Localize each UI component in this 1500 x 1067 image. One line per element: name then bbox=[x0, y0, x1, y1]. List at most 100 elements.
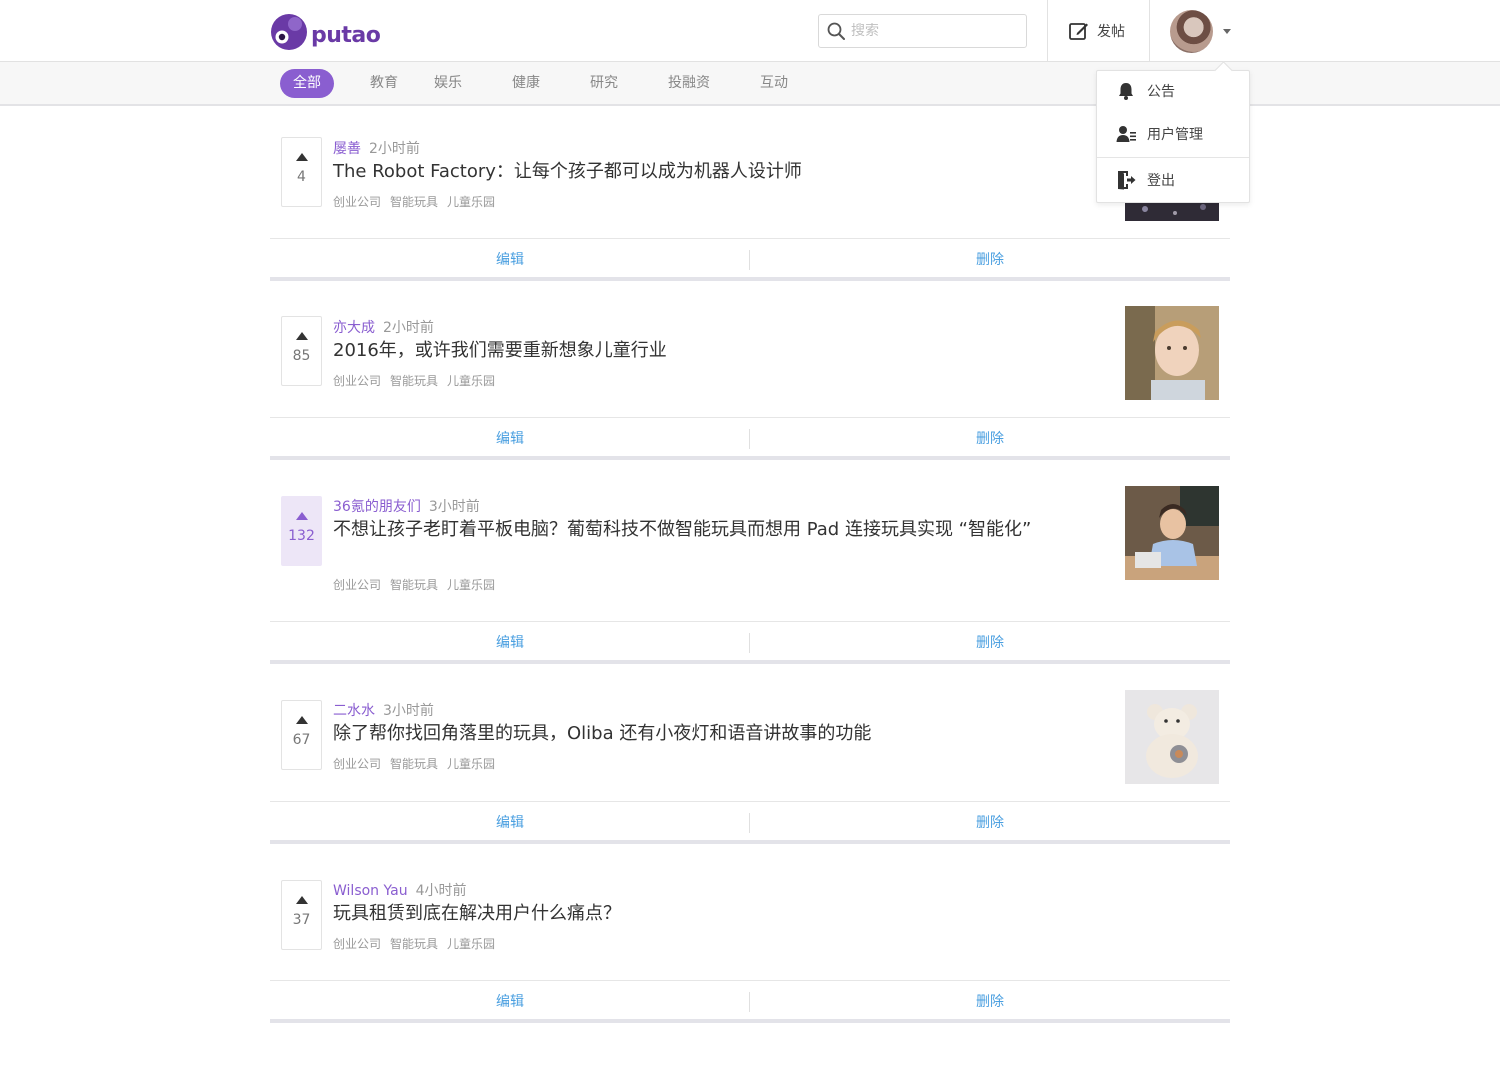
delete-button[interactable]: 删除 bbox=[750, 802, 1230, 844]
menu-item-label: 登出 bbox=[1147, 173, 1175, 189]
tab-entertainment[interactable]: 娱乐 bbox=[434, 69, 462, 98]
post-thumbnail[interactable] bbox=[1125, 306, 1219, 400]
post-tags: 创业公司 智能玩具 儿童乐园 bbox=[333, 576, 504, 593]
post-tag[interactable]: 智能玩具 bbox=[390, 374, 438, 388]
post-tag[interactable]: 儿童乐园 bbox=[447, 757, 495, 771]
upvote-arrow-icon bbox=[295, 716, 308, 724]
search-input[interactable] bbox=[851, 23, 1011, 39]
vote-count: 67 bbox=[292, 732, 311, 748]
post-author[interactable]: 二水水 bbox=[333, 703, 375, 719]
upvote-arrow-icon bbox=[295, 512, 308, 520]
post-time: 2小时前 bbox=[369, 141, 420, 157]
post-author[interactable]: Wilson Yau bbox=[333, 883, 408, 899]
post-tags: 创业公司 智能玩具 儿童乐园 bbox=[333, 193, 504, 210]
post-thumbnail[interactable] bbox=[1125, 690, 1219, 784]
post-tag[interactable]: 儿童乐园 bbox=[447, 374, 495, 388]
delete-button[interactable]: 删除 bbox=[750, 239, 1230, 281]
upvote-arrow-icon bbox=[295, 332, 308, 340]
menu-item-announcements[interactable]: 公告 bbox=[1097, 71, 1249, 111]
menu-divider bbox=[1097, 157, 1249, 158]
search-icon bbox=[827, 22, 845, 40]
tab-interaction[interactable]: 互动 bbox=[760, 69, 788, 98]
post-author[interactable]: 亦大成 bbox=[333, 320, 375, 336]
post-tag[interactable]: 智能玩具 bbox=[390, 757, 438, 771]
upvote-button[interactable]: 37 bbox=[281, 880, 322, 950]
tab-education[interactable]: 教育 bbox=[370, 69, 398, 98]
post-actions: 编辑 删除 bbox=[270, 621, 1230, 664]
post-tag[interactable]: 儿童乐园 bbox=[447, 195, 495, 209]
post-card: 132 36氪的朋友们 3小时前 不想让孩子老盯着平板电脑？葡萄科技不做智能玩具而… bbox=[270, 466, 1230, 670]
post-tag[interactable]: 创业公司 bbox=[333, 195, 381, 209]
logo-wordmark: putao bbox=[311, 22, 381, 48]
edit-button[interactable]: 编辑 bbox=[270, 981, 750, 1023]
post-tag[interactable]: 儿童乐园 bbox=[447, 937, 495, 951]
post-tag[interactable]: 智能玩具 bbox=[390, 195, 438, 209]
post-time: 3小时前 bbox=[383, 703, 434, 719]
post-tag[interactable]: 创业公司 bbox=[333, 757, 381, 771]
post-tags: 创业公司 智能玩具 儿童乐园 bbox=[333, 935, 504, 952]
new-post-button[interactable]: 发帖 bbox=[1068, 16, 1125, 46]
post-thumbnail[interactable] bbox=[1125, 486, 1219, 580]
post-tag[interactable]: 创业公司 bbox=[333, 937, 381, 951]
post-meta: 屡善 2小时前 bbox=[333, 138, 420, 158]
delete-button[interactable]: 删除 bbox=[750, 418, 1230, 460]
menu-item-label: 用户管理 bbox=[1147, 127, 1203, 143]
post-title[interactable]: 玩具租赁到底在解决用户什么痛点？ bbox=[333, 901, 1033, 926]
logout-icon bbox=[1118, 171, 1136, 190]
post-time: 2小时前 bbox=[383, 320, 434, 336]
post-title[interactable]: 不想让孩子老盯着平板电脑？葡萄科技不做智能玩具而想用 Pad 连接玩具实现 “智… bbox=[333, 517, 1033, 542]
post-card: 4 屡善 2小时前 The Robot Factory：让每个孩子都可以成为机器人… bbox=[270, 106, 1230, 286]
post-tag[interactable]: 智能玩具 bbox=[390, 578, 438, 592]
post-tag[interactable]: 创业公司 bbox=[333, 578, 381, 592]
grape-logo-icon bbox=[271, 14, 307, 50]
post-actions: 编辑 删除 bbox=[270, 801, 1230, 844]
menu-item-label: 公告 bbox=[1147, 84, 1175, 100]
tab-health[interactable]: 健康 bbox=[512, 69, 540, 98]
post-tag[interactable]: 儿童乐园 bbox=[447, 578, 495, 592]
menu-item-user-management[interactable]: 用户管理 bbox=[1097, 114, 1249, 154]
edit-button[interactable]: 编辑 bbox=[270, 622, 750, 664]
post-tags: 创业公司 智能玩具 儿童乐园 bbox=[333, 755, 504, 772]
vote-count: 132 bbox=[288, 528, 315, 544]
post-time: 4小时前 bbox=[415, 883, 467, 899]
post-card: 67 二水水 3小时前 除了帮你找回角落里的玩具，Oliba 还有小夜灯和语音讲故… bbox=[270, 670, 1230, 850]
post-meta: 二水水 3小时前 bbox=[333, 700, 434, 720]
edit-button[interactable]: 编辑 bbox=[270, 239, 750, 281]
post-card: 85 亦大成 2小时前 2016年，或许我们需要重新想象儿童行业 创业公司 智能玩具… bbox=[270, 286, 1230, 466]
upvote-button[interactable]: 67 bbox=[281, 700, 322, 770]
post-tags: 创业公司 智能玩具 儿童乐园 bbox=[333, 372, 504, 389]
post-meta: 36氪的朋友们 3小时前 bbox=[333, 496, 480, 516]
search-box[interactable] bbox=[818, 14, 1027, 48]
post-title[interactable]: 除了帮你找回角落里的玩具，Oliba 还有小夜灯和语音讲故事的功能 bbox=[333, 721, 1033, 746]
menu-item-logout[interactable]: 登出 bbox=[1097, 160, 1249, 200]
post-title[interactable]: 2016年，或许我们需要重新想象儿童行业 bbox=[333, 338, 1033, 363]
upvote-button[interactable]: 132 bbox=[281, 496, 322, 566]
tab-all[interactable]: 全部 bbox=[280, 69, 334, 98]
tab-research[interactable]: 研究 bbox=[590, 69, 618, 98]
post-actions: 编辑 删除 bbox=[270, 238, 1230, 281]
putao-logo[interactable]: putao bbox=[270, 12, 381, 52]
post-actions: 编辑 删除 bbox=[270, 980, 1230, 1023]
user-dropdown-menu: 公告 用户管理 登出 bbox=[1096, 70, 1250, 203]
post-author[interactable]: 36氪的朋友们 bbox=[333, 499, 421, 515]
post-meta: Wilson Yau 4小时前 bbox=[333, 880, 467, 900]
new-post-label: 发帖 bbox=[1097, 24, 1125, 40]
edit-button[interactable]: 编辑 bbox=[270, 802, 750, 844]
upvote-arrow-icon bbox=[295, 153, 308, 161]
header-divider bbox=[1047, 0, 1048, 62]
upvote-button[interactable]: 4 bbox=[281, 137, 322, 207]
tab-investment[interactable]: 投融资 bbox=[668, 69, 710, 98]
delete-button[interactable]: 删除 bbox=[750, 981, 1230, 1023]
category-nav: 全部 教育 娱乐 健康 研究 投融资 互动 bbox=[0, 62, 1500, 106]
user-menu-toggle[interactable] bbox=[1170, 10, 1231, 53]
post-tag[interactable]: 智能玩具 bbox=[390, 937, 438, 951]
top-header: putao 发帖 bbox=[0, 0, 1500, 62]
post-title[interactable]: The Robot Factory：让每个孩子都可以成为机器人设计师 bbox=[333, 159, 1033, 184]
upvote-button[interactable]: 85 bbox=[281, 316, 322, 386]
post-author[interactable]: 屡善 bbox=[333, 141, 361, 157]
edit-button[interactable]: 编辑 bbox=[270, 418, 750, 460]
delete-button[interactable]: 删除 bbox=[750, 622, 1230, 664]
post-card: 37 Wilson Yau 4小时前 玩具租赁到底在解决用户什么痛点？ 创业公司智… bbox=[270, 850, 1230, 1030]
post-tag[interactable]: 创业公司 bbox=[333, 374, 381, 388]
post-time: 3小时前 bbox=[428, 499, 480, 515]
